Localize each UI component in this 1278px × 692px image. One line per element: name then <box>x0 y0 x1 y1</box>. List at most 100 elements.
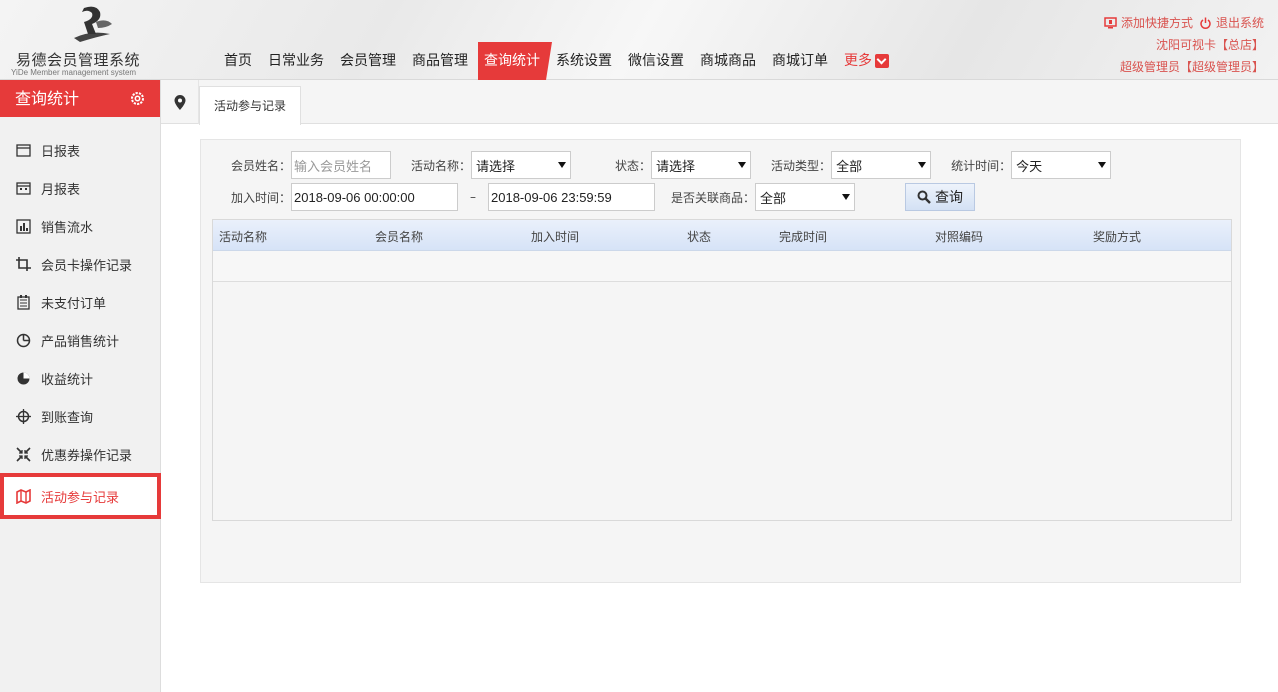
status-select[interactable]: 请选择 <box>651 151 752 179</box>
sidebar-item-label: 活动参与记录 <box>41 490 120 506</box>
sidebar-title: 查询统计 <box>15 89 80 108</box>
sidebar-item-label: 收益统计 <box>41 372 94 388</box>
calendar-icon <box>16 143 31 157</box>
sidebar-item-label: 会员卡操作记录 <box>41 258 133 274</box>
brand-subtitle: YiDe Member management system <box>11 68 137 77</box>
member-name-label: 会员姓名： <box>231 158 292 173</box>
search-icon <box>917 190 931 204</box>
sidebar-item-label: 月报表 <box>41 182 81 198</box>
sidebar-item-label: 到账查询 <box>41 410 94 426</box>
main-panel: 会员姓名： 输入会员姓名 活动名称： 请选择 状态： 请选择 活动类型： 全部 … <box>200 139 1241 583</box>
nav-query-statistics[interactable]: 查询统计 <box>478 42 552 80</box>
add-shortcut-label: 添加快捷方式 <box>1120 16 1193 30</box>
shrink-icon <box>16 446 31 462</box>
app-header: 易德会员管理系统 YiDe Member management system 首… <box>0 0 1278 80</box>
query-button[interactable]: 查询 <box>905 183 976 211</box>
dropdown-arrow-icon <box>1098 162 1107 168</box>
nav-mall-orders[interactable]: 商城订单 <box>766 42 834 80</box>
sidebar-item-label: 未支付订单 <box>41 296 107 312</box>
store-name: 沈阳可视卡【总店】 <box>1155 38 1264 52</box>
sidebar-item-coupon-operations[interactable]: 优惠券操作记录 <box>0 435 160 473</box>
map-icon <box>16 488 31 504</box>
table-row <box>213 251 1231 282</box>
half-circle-icon <box>17 372 30 384</box>
logout-label: 退出系统 <box>1215 16 1264 30</box>
activity-name-label: 活动名称： <box>411 158 472 173</box>
nav-member-management[interactable]: 会员管理 <box>334 42 402 80</box>
column-header-reward-method[interactable]: 奖励方式 <box>1093 228 1141 245</box>
linked-goods-label: 是否关联商品： <box>671 190 756 205</box>
sidebar-item-label: 优惠券操作记录 <box>41 448 133 464</box>
monitor-icon <box>1104 17 1117 29</box>
sidebar-item-label: 产品销售统计 <box>41 334 120 350</box>
nav-goods-management[interactable]: 商品管理 <box>406 42 474 80</box>
sidebar-item-sales-flow[interactable]: 销售流水 <box>0 207 160 245</box>
filter-row-1: 会员姓名： 输入会员姓名 活动名称： 请选择 状态： 请选择 活动类型： 全部 … <box>201 151 1112 179</box>
stat-time-label: 统计时间： <box>951 158 1012 173</box>
column-header-finish-time[interactable]: 完成时间 <box>779 228 827 245</box>
sidebar-item-income-stats[interactable]: 收益统计 <box>0 359 160 397</box>
brand-logo[interactable]: 易德会员管理系统 YiDe Member management system <box>8 2 158 78</box>
current-user: 超级管理员【超级管理员】 <box>1119 60 1264 74</box>
column-header-activity-name[interactable]: 活动名称 <box>219 228 267 245</box>
column-header-status[interactable]: 状态 <box>687 228 711 245</box>
nav-more-label: 更多 <box>844 53 872 69</box>
power-icon <box>1200 17 1211 29</box>
sidebar: 查询统计 日报表 月报表 销售流水 会员卡操作记录 未支付订单 产品销售统计 收… <box>0 80 161 692</box>
dropdown-arrow-icon <box>918 162 927 168</box>
sidebar-item-unpaid-orders[interactable]: 未支付订单 <box>0 283 160 321</box>
join-time-separator: – <box>470 190 477 204</box>
nav-more[interactable]: 更多 <box>838 42 895 80</box>
query-button-label: 查询 <box>935 190 964 206</box>
column-header-join-time[interactable]: 加入时间 <box>531 228 579 245</box>
sidebar-item-label: 日报表 <box>41 144 81 160</box>
stat-time-select[interactable]: 今天 <box>1011 151 1112 179</box>
activity-name-select[interactable]: 请选择 <box>471 151 572 179</box>
sidebar-item-card-operations[interactable]: 会员卡操作记录 <box>0 245 160 283</box>
pie-chart-icon <box>16 333 31 347</box>
join-time-label: 加入时间： <box>231 190 292 205</box>
dropdown-arrow-icon <box>738 162 747 168</box>
join-time-end-input[interactable]: 2018-09-06 23:59:59 <box>488 183 656 211</box>
sidebar-item-activity-records[interactable]: 活动参与记录 <box>0 473 161 519</box>
sidebar-item-product-sales[interactable]: 产品销售统计 <box>0 321 160 359</box>
activity-name-value: 请选择 <box>476 159 516 175</box>
join-time-start-input[interactable]: 2018-09-06 00:00:00 <box>291 183 459 211</box>
linked-goods-select[interactable]: 全部 <box>755 183 856 211</box>
dropdown-arrow-icon <box>842 194 851 200</box>
nav-system-settings[interactable]: 系统设置 <box>550 42 618 80</box>
sidebar-item-daily-report[interactable]: 日报表 <box>0 131 160 169</box>
member-name-input[interactable]: 输入会员姓名 <box>291 151 392 179</box>
column-header-member-name[interactable]: 会员名称 <box>375 228 423 245</box>
sidebar-item-label: 销售流水 <box>41 220 94 236</box>
sidebar-item-arrival-query[interactable]: 到账查询 <box>0 397 160 435</box>
status-value: 请选择 <box>656 159 696 175</box>
nav-home[interactable]: 首页 <box>218 42 258 80</box>
add-shortcut-link[interactable]: 添加快捷方式 <box>1104 12 1193 34</box>
stat-time-value: 今天 <box>1016 159 1043 175</box>
status-label: 状态： <box>615 158 652 173</box>
tab-activity-records[interactable]: 活动参与记录 <box>199 86 302 125</box>
calendar-month-icon <box>16 181 31 195</box>
logout-link[interactable]: 退出系统 <box>1199 12 1264 34</box>
table-header: 活动名称 会员名称 加入时间 状态 完成时间 对照编码 奖励方式 <box>213 220 1231 251</box>
location-pin-icon <box>161 80 199 124</box>
crop-icon <box>16 256 31 271</box>
nav-mall-goods[interactable]: 商城商品 <box>694 42 762 80</box>
sidebar-header: 查询统计 <box>0 80 160 117</box>
records-table: 活动名称 会员名称 加入时间 状态 完成时间 对照编码 奖励方式 <box>212 219 1232 521</box>
top-right-info: 添加快捷方式 退出系统 沈阳可视卡【总店】 超级管理员【超级管理员】 <box>1104 12 1264 78</box>
column-header-reference-code[interactable]: 对照编码 <box>935 228 983 245</box>
tab-bar: 活动参与记录 <box>161 80 1278 125</box>
dropdown-arrow-icon <box>558 162 567 168</box>
crosshair-icon <box>16 408 31 424</box>
activity-type-select[interactable]: 全部 <box>831 151 932 179</box>
gear-icon[interactable] <box>129 90 146 107</box>
sidebar-item-monthly-report[interactable]: 月报表 <box>0 169 160 207</box>
nav-wechat-settings[interactable]: 微信设置 <box>622 42 690 80</box>
nav-daily-business[interactable]: 日常业务 <box>262 42 330 80</box>
brand-title: 易德会员管理系统 <box>16 51 141 69</box>
receipt-icon <box>17 294 30 310</box>
linked-goods-value: 全部 <box>760 191 787 207</box>
activity-type-value: 全部 <box>836 159 863 175</box>
